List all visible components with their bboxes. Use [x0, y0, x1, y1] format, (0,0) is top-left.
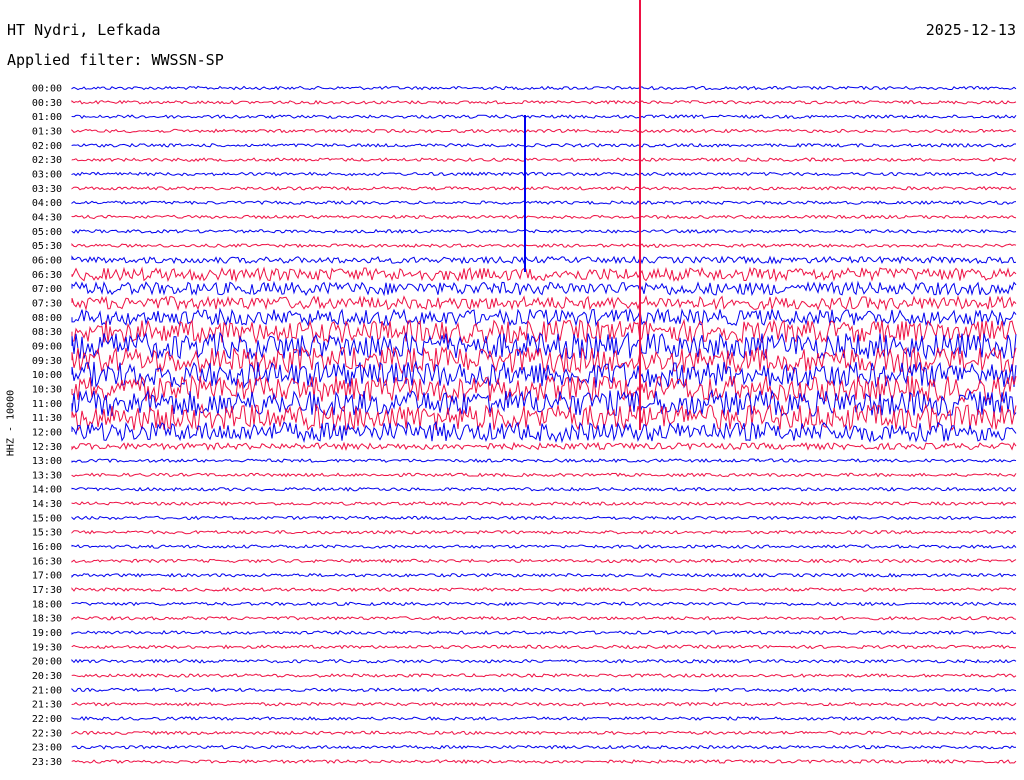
- time-label: 01:30: [32, 126, 62, 137]
- time-label: 15:30: [32, 528, 62, 539]
- time-label: 04:30: [32, 212, 62, 223]
- time-label: 01:00: [32, 112, 62, 123]
- trace-line: [71, 128, 1017, 134]
- trace-line: [71, 759, 1017, 764]
- time-label: 12:00: [32, 427, 62, 438]
- time-label: 06:30: [32, 270, 62, 281]
- trace-line: [71, 142, 1016, 148]
- trace-line: [71, 318, 1017, 345]
- time-label: 03:00: [32, 169, 62, 180]
- trace-line: [71, 421, 1017, 444]
- trace-line: [71, 515, 1017, 521]
- time-label: 08:00: [32, 313, 62, 324]
- trace-line: [71, 171, 1017, 177]
- time-label: 21:00: [32, 685, 62, 696]
- time-label: 02:00: [32, 141, 62, 152]
- time-label: 19:00: [32, 628, 62, 639]
- trace-line: [71, 730, 1017, 736]
- trace-line: [71, 716, 1017, 722]
- time-label: 05:00: [32, 227, 62, 238]
- trace-line: [71, 114, 1017, 120]
- trace-line: [71, 587, 1017, 592]
- trace-line: [71, 458, 1017, 463]
- trace-line: [71, 544, 1017, 549]
- trace-line: [71, 744, 1017, 750]
- trace-line: [71, 266, 1017, 283]
- trace-line: [71, 687, 1017, 693]
- trace-line: [71, 255, 1017, 265]
- time-label: 03:30: [32, 184, 62, 195]
- time-label: 19:30: [32, 642, 62, 653]
- time-label: 00:00: [32, 84, 62, 95]
- trace-line: [71, 85, 1017, 91]
- time-label: 09:00: [32, 341, 62, 352]
- trace-line: [71, 280, 1017, 297]
- time-label: 07:00: [32, 284, 62, 295]
- time-label: 11:30: [32, 413, 62, 424]
- time-label: 23:00: [32, 743, 62, 754]
- time-label: 23:30: [32, 757, 62, 768]
- time-label: 04:00: [32, 198, 62, 209]
- time-label: 14:00: [32, 485, 62, 496]
- trace-line: [71, 572, 1017, 578]
- time-label: 17:00: [32, 571, 62, 582]
- seismogram-plot: 00:00 00:30 01:00 01:30 02:00 02:30 03:00 03:30…: [32, 0, 1017, 768]
- trace-line: [71, 486, 1017, 492]
- trace-line: [71, 185, 1017, 191]
- time-label: 12:30: [32, 442, 62, 453]
- trace-line: [71, 658, 1017, 664]
- time-label: 11:00: [32, 399, 62, 410]
- time-label: 22:30: [32, 728, 62, 739]
- trace-line: [71, 529, 1017, 535]
- time-label: 16:30: [32, 556, 62, 567]
- trace-line: [71, 558, 1017, 564]
- time-label: 06:00: [32, 255, 62, 266]
- trace-line: [71, 214, 1017, 220]
- time-label: 16:00: [32, 542, 62, 553]
- trace-line: [71, 472, 1017, 478]
- trace-line: [71, 615, 1017, 621]
- time-label: 20:30: [32, 671, 62, 682]
- trace-line: [71, 295, 1017, 312]
- time-label: 07:30: [32, 298, 62, 309]
- time-label: 10:30: [32, 384, 62, 395]
- time-label: 17:30: [32, 585, 62, 596]
- trace-line: [71, 228, 1017, 234]
- time-label: 18:00: [32, 599, 62, 610]
- time-label: 02:30: [32, 155, 62, 166]
- time-label: 20:00: [32, 657, 62, 668]
- trace-line: [71, 673, 1017, 678]
- trace-line: [71, 441, 1017, 451]
- time-label: 10:00: [32, 370, 62, 381]
- time-label: 09:30: [32, 356, 62, 367]
- trace-line: [71, 601, 1017, 607]
- time-label: 00:30: [32, 98, 62, 109]
- time-label: 21:30: [32, 700, 62, 711]
- trace-line: [71, 701, 1017, 707]
- trace-line: [71, 157, 1017, 163]
- trace-line: [71, 630, 1017, 635]
- trace-line: [71, 243, 1017, 249]
- time-label: 18:30: [32, 614, 62, 625]
- time-label: 08:30: [32, 327, 62, 338]
- trace-line: [71, 501, 1017, 507]
- time-label: 13:00: [32, 456, 62, 467]
- trace-line: [71, 99, 1017, 105]
- time-label: 15:00: [32, 513, 62, 524]
- time-label: 13:30: [32, 470, 62, 481]
- time-label: 14:30: [32, 499, 62, 510]
- trace-line: [71, 644, 1017, 650]
- trace-line: [71, 200, 1017, 206]
- time-label: 05:30: [32, 241, 62, 252]
- time-label: 22:00: [32, 714, 62, 725]
